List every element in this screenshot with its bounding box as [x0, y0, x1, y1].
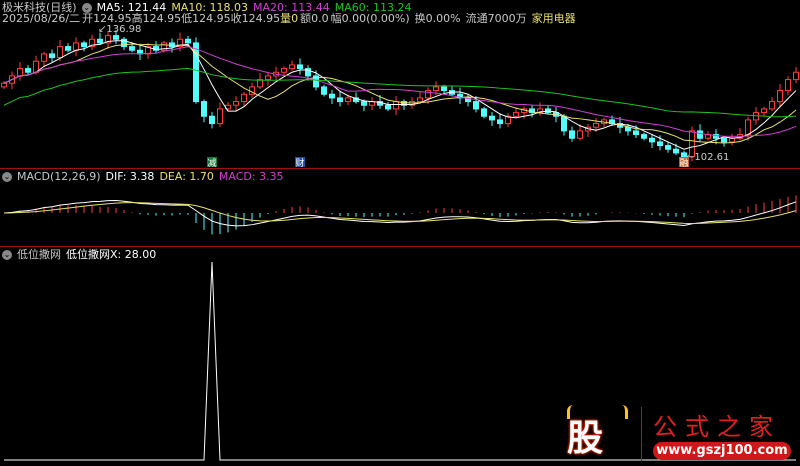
- indicator-value: 低位撒网X: 28.00: [66, 248, 157, 261]
- candle: [433, 86, 439, 92]
- dea-line: [3, 202, 797, 224]
- watermark-logo: 股 公式之家 www.gszj100.com: [555, 405, 795, 463]
- ma10-line: [3, 43, 797, 144]
- event-marker-label: 减: [208, 157, 217, 169]
- collapse-icon[interactable]: ⌄: [2, 250, 12, 260]
- candle: [129, 46, 135, 51]
- candle: [385, 104, 391, 110]
- candle: [665, 145, 671, 150]
- dea-value: DEA: 1.70: [159, 170, 214, 183]
- macd-value: MACD: 3.35: [218, 170, 284, 183]
- logo-url: www.gszj100.com: [653, 442, 791, 460]
- candle: [289, 64, 295, 70]
- candle: [297, 64, 303, 70]
- candle: [57, 46, 63, 59]
- indicator-header: ⌄ 低位撒网 低位撒网X: 28.00: [2, 248, 161, 261]
- candle: [761, 108, 767, 114]
- candle: [241, 93, 247, 103]
- horn-icon: [617, 405, 628, 419]
- candle: [425, 90, 431, 99]
- candle: [785, 79, 791, 92]
- logo-site-name: 公式之家: [653, 413, 781, 441]
- candle: [345, 97, 351, 103]
- candle: [513, 112, 519, 117]
- dif-value: DIF: 3.38: [105, 170, 155, 183]
- candle: [73, 42, 79, 51]
- candle: [777, 90, 783, 103]
- candle: [41, 53, 47, 62]
- candle: [657, 141, 663, 147]
- candle: [649, 137, 655, 143]
- candle: [745, 119, 751, 136]
- ma5-line: [3, 40, 797, 150]
- candle: [1, 82, 7, 88]
- candle: [265, 75, 271, 81]
- candle: [729, 137, 735, 143]
- candle: [641, 134, 647, 139]
- candle: [769, 101, 775, 110]
- candle: [17, 68, 23, 77]
- horn-icon: [567, 405, 578, 419]
- candle: [577, 130, 583, 139]
- candle: [569, 130, 575, 139]
- candle: [329, 93, 335, 99]
- chart-canvas[interactable]: ↙136.98 ←102.61 减 财 融: [0, 0, 800, 466]
- candle: [65, 46, 71, 51]
- candle: [217, 108, 223, 125]
- candle: [81, 42, 87, 48]
- max-price-label: ↙136.98: [98, 24, 141, 35]
- candle: [697, 130, 703, 139]
- ma60-line: [3, 67, 797, 118]
- candle: [113, 35, 119, 40]
- ma20-line: [3, 46, 797, 137]
- candle: [25, 68, 31, 73]
- candle: [593, 123, 599, 128]
- candle: [321, 86, 327, 95]
- candle: [489, 115, 495, 121]
- candle: [561, 115, 567, 132]
- candle: [497, 119, 503, 125]
- candle: [721, 137, 727, 143]
- candle: [625, 126, 631, 132]
- candle: [673, 148, 679, 154]
- macd-title: MACD(12,26,9): [17, 170, 101, 183]
- candle: [233, 101, 239, 106]
- candle: [473, 101, 479, 110]
- candle: [361, 101, 367, 106]
- collapse-icon[interactable]: ⌄: [2, 172, 12, 182]
- indicator-name: 低位撒网: [17, 248, 61, 261]
- candle: [49, 53, 55, 59]
- candle: [281, 68, 287, 73]
- candle: [201, 101, 207, 117]
- candle: [337, 97, 343, 103]
- candle: [169, 42, 175, 48]
- candle: [393, 101, 399, 110]
- candle: [97, 38, 103, 44]
- candle: [185, 38, 191, 44]
- candle: [481, 108, 487, 117]
- event-marker-label: 财: [296, 157, 305, 169]
- min-price-label: ←102.61: [686, 152, 729, 163]
- event-marker-label: 融: [680, 158, 689, 169]
- candle: [633, 130, 639, 136]
- candle: [209, 115, 215, 125]
- candle: [441, 86, 447, 92]
- macd-header: ⌄ MACD(12,26,9) DIF: 3.38 DEA: 1.70 MACD: 3.…: [2, 170, 289, 183]
- candle: [417, 97, 423, 103]
- candle: [793, 71, 799, 81]
- dif-line: [3, 200, 797, 227]
